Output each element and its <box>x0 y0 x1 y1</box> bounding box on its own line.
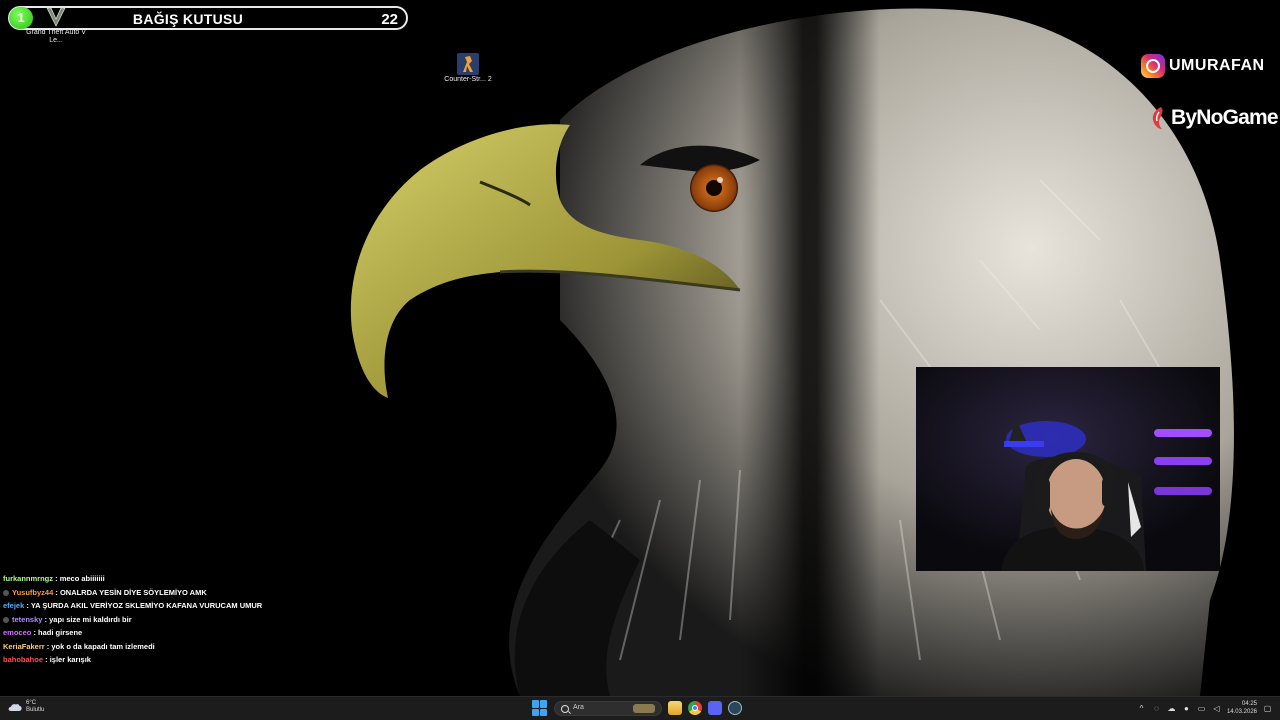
chat-username: Yusufbyz44 <box>12 587 54 597</box>
gta-v-icon <box>44 5 68 29</box>
sponsor-name: ByNoGame <box>1171 106 1279 129</box>
chrome-icon[interactable] <box>688 701 702 715</box>
instagram-icon <box>1141 54 1165 78</box>
steam-icon[interactable] <box>728 701 742 715</box>
instagram-branding: UMURAFAN <box>1141 53 1265 79</box>
chat-message: KeriaFakerr : yok o da kapadı tam izleme… <box>3 641 155 651</box>
desktop-icon-label: Counter-Str... 2 <box>444 76 492 83</box>
network-icon[interactable]: ▭ <box>1197 704 1206 713</box>
clock-time: 04:25 <box>1241 701 1257 707</box>
tray-app-icon[interactable]: ◌ <box>1152 704 1161 713</box>
search-icon <box>561 704 569 713</box>
chat-text: yapı size mi kaldırdı bir <box>49 614 132 624</box>
webcam-feed <box>916 367 1220 571</box>
chat-username: KeriaFakerr <box>3 641 45 651</box>
system-tray: ^ ◌ ☁ ● ▭ ◁ 04:25 14.03.2026 ▢ <box>1137 700 1272 716</box>
desktop-icon-gta-v[interactable]: Grand Theft Auto V Le... <box>26 5 86 45</box>
sponsor-branding: ByNoGame <box>1150 106 1279 130</box>
file-explorer-icon[interactable] <box>668 701 682 715</box>
chat-text: ONALRDA YESİN DİYE SÖYLEMİYO AMK <box>59 587 207 597</box>
chat-text: işler karışık <box>49 655 91 664</box>
instagram-handle: UMURAFAN <box>1169 57 1265 74</box>
weather-description: Bulutlu <box>26 707 45 713</box>
chevron-up-icon[interactable]: ^ <box>1137 704 1146 713</box>
stream-chat: furkannmrngz : meco abiiiiiii Yusufbyz44… <box>3 572 423 667</box>
microphone-icon[interactable]: ● <box>1182 704 1191 713</box>
cloud-icon <box>8 704 22 711</box>
search-highlight-icon <box>633 703 655 713</box>
chat-message: Yusufbyz44 : ONALRDA YESİN DİYE SÖYLEMİY… <box>3 586 423 600</box>
windows-taskbar: 6°C Bulutlu Ara ^ ◌ ☁ ● ▭ ◁ 04:25 14.03.… <box>0 696 1280 720</box>
notification-icon[interactable]: ▢ <box>1263 704 1272 713</box>
chat-text: meco abiiiiiii <box>59 574 105 583</box>
chat-badge-icon <box>3 616 9 623</box>
desktop-icon-counter-strike[interactable]: Counter-Str... 2 <box>438 52 498 84</box>
onedrive-icon[interactable]: ☁ <box>1167 704 1176 713</box>
chat-text: yok o da kapadı tam izlemedi <box>51 641 155 651</box>
chat-text: YA ŞURDA AKIL VERİYOZ SKLEMİYO KAFANA VU… <box>30 601 263 610</box>
chat-text: hadi girsene <box>38 628 83 637</box>
search-placeholder: Ara <box>573 703 584 711</box>
weather-widget[interactable]: 6°C Bulutlu <box>8 700 44 714</box>
bynogame-logo-icon <box>1152 107 1163 129</box>
discord-icon[interactable] <box>708 701 722 715</box>
taskbar-search[interactable]: Ara <box>554 700 662 716</box>
chat-message: emoceo : hadi girsene <box>3 628 83 637</box>
chat-username: efejek <box>3 601 25 610</box>
chat-message: bahobahoe : işler karışık <box>3 655 91 664</box>
counter-strike-icon <box>456 52 480 76</box>
taskbar-apps: Ara <box>532 700 742 716</box>
chat-badge-icon <box>3 589 9 596</box>
start-button[interactable] <box>532 700 548 716</box>
clock-date: 14.03.2026 <box>1226 709 1257 715</box>
chat-username: emoceo <box>3 628 32 637</box>
chat-username: furkannmrngz <box>3 574 54 583</box>
chat-username: tetensky <box>12 614 43 624</box>
weather-temperature: 6°C <box>26 700 37 706</box>
chat-message: tetensky : yapı size mi kaldırdı bir <box>3 613 423 627</box>
chat-username: bahobahoe <box>3 655 44 664</box>
volume-icon[interactable]: ◁ <box>1212 704 1221 713</box>
chat-message: efejek : YA ŞURDA AKIL VERİYOZ SKLEMİYO … <box>3 601 263 610</box>
taskbar-clock[interactable]: 04:25 14.03.2026 <box>1227 700 1257 716</box>
donation-amount: 22 <box>381 11 398 28</box>
desktop-icon-label: Grand Theft Auto V Le... <box>26 29 86 44</box>
chat-message: furkannmrngz : meco abiiiiiii <box>3 574 105 583</box>
